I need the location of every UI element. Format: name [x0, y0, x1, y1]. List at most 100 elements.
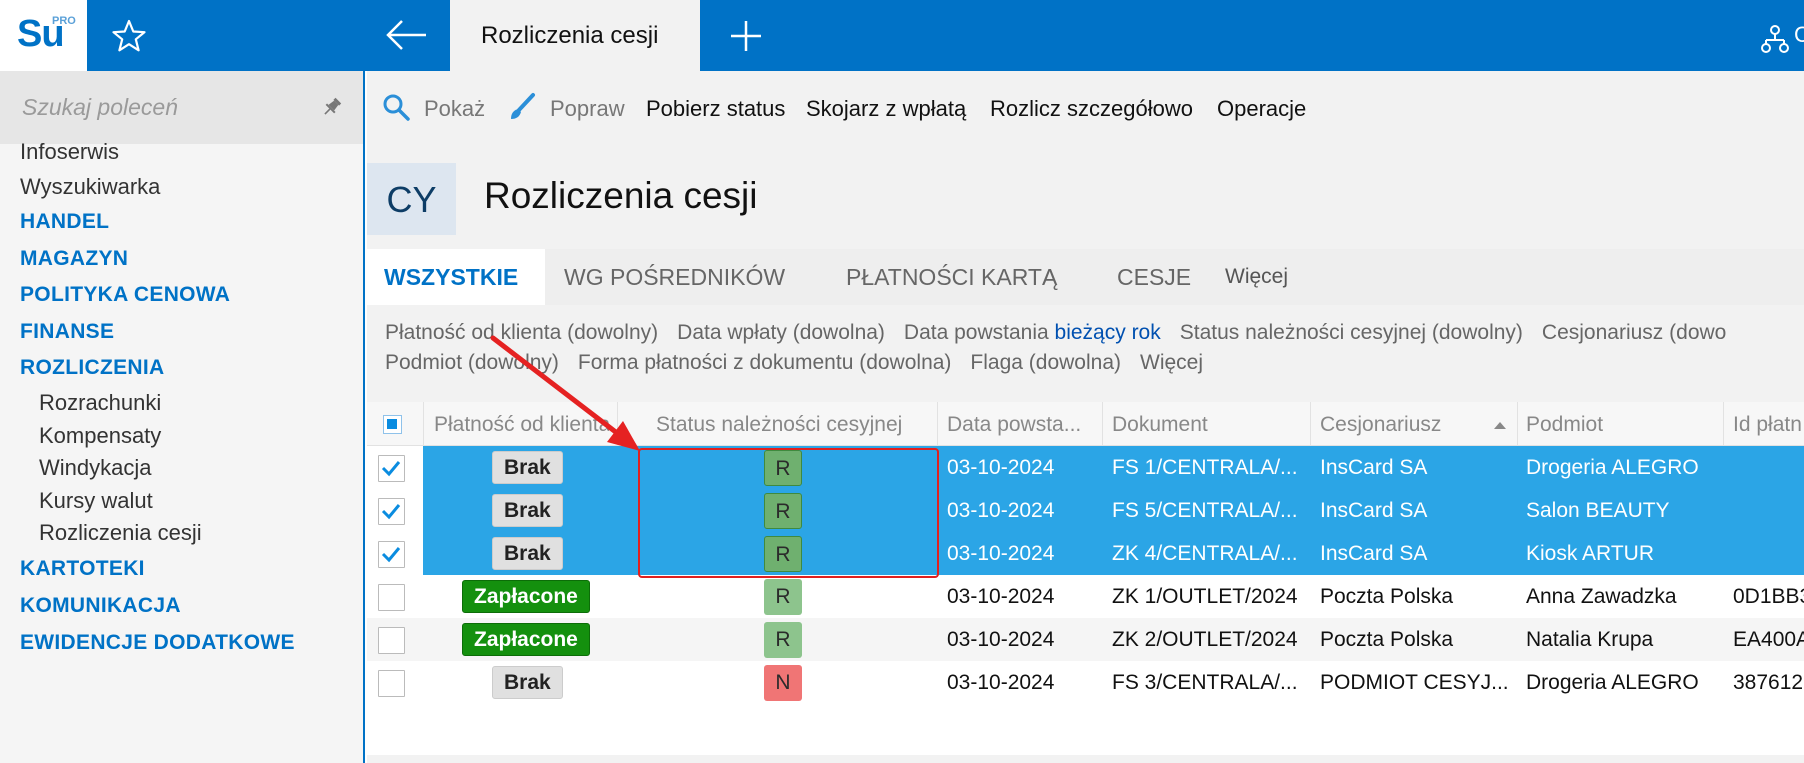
- cell-document: ZK 4/CENTRALA/...: [1112, 542, 1298, 565]
- cell-assignee: InsCard SA: [1320, 456, 1428, 479]
- payment-status-badge: Brak: [492, 666, 563, 699]
- cell-payment-id: 387612: [1733, 671, 1804, 694]
- cell-payment-id: EA400A: [1733, 628, 1804, 651]
- sidebar-item-handel[interactable]: HANDEL: [20, 210, 109, 234]
- network-icon[interactable]: [1760, 24, 1790, 54]
- search-icon[interactable]: [382, 93, 410, 121]
- cell-entity: Drogeria ALEGRO: [1526, 456, 1699, 479]
- cession-status-badge: R: [764, 579, 802, 615]
- column-separator: [423, 402, 424, 446]
- tab-rozliczenia-cesji[interactable]: Rozliczenia cesji: [450, 0, 700, 71]
- cell-entity: Salon BEAUTY: [1526, 499, 1670, 522]
- pin-icon[interactable]: [320, 95, 344, 119]
- sidebar-item-finanse[interactable]: FINANSE: [20, 320, 114, 344]
- sidebar-item-komunikacja[interactable]: KOMUNIKACJA: [20, 594, 181, 618]
- row-checkbox-cell: [367, 575, 423, 618]
- sidebar-item-rozliczenia[interactable]: ROZLICZENIA: [20, 356, 164, 380]
- table-row[interactable]: Brak R 03-10-2024 ZK 4/CENTRALA/... InsCard …: [367, 532, 1804, 575]
- tab-more[interactable]: Więcej: [1225, 249, 1288, 305]
- sidebar-item-rozliczenia-cesji[interactable]: Rozliczenia cesji: [39, 520, 202, 546]
- back-arrow-icon[interactable]: [384, 17, 428, 53]
- filter-flag[interactable]: Flaga (dowolna): [970, 351, 1121, 374]
- cell-entity: Drogeria ALEGRO: [1526, 671, 1699, 694]
- row-checkbox-cell: [367, 489, 423, 532]
- match-payment-button[interactable]: Skojarz z wpłatą: [806, 96, 966, 122]
- cell-document: FS 5/CENTRALA/...: [1112, 499, 1298, 522]
- col-creation-date[interactable]: Data powsta...: [947, 413, 1081, 437]
- page-header: CY Rozliczenia cesji: [367, 145, 1804, 249]
- active-tab-label: Rozliczenia cesji: [481, 22, 659, 49]
- table-row[interactable]: Brak N 03-10-2024 FS 3/CENTRALA/... PODMIOT …: [367, 661, 1804, 704]
- cell-date: 03-10-2024: [947, 542, 1055, 565]
- filter-creation-date[interactable]: Data powstania bieżący rok: [904, 321, 1161, 344]
- sidebar-item-rozrachunki[interactable]: Rozrachunki: [39, 390, 161, 416]
- filter-creation-date-value: bieżący rok: [1054, 321, 1161, 344]
- payment-status-badge: Brak: [492, 451, 563, 484]
- operations-button[interactable]: Operacje: [1217, 96, 1306, 122]
- col-cession-status[interactable]: Status należności cesyjnej: [656, 413, 902, 437]
- table-row[interactable]: Zapłacone R 03-10-2024 ZK 1/OUTLET/2024 Pocz…: [367, 575, 1804, 618]
- star-icon[interactable]: [110, 17, 148, 55]
- sidebar-item-kursy-walut[interactable]: Kursy walut: [39, 488, 153, 514]
- tab-card-payments[interactable]: PŁATNOŚCI KARTĄ: [846, 249, 1057, 305]
- filter-creation-date-label: Data powstania: [903, 321, 1049, 344]
- cell-date: 03-10-2024: [947, 456, 1055, 479]
- col-assignee[interactable]: Cesjonariusz: [1320, 413, 1441, 437]
- row-checkbox-cell: [367, 618, 423, 661]
- sidebar-item-windykacja[interactable]: Windykacja: [39, 455, 151, 481]
- cession-status-badge: R: [764, 622, 802, 658]
- search-placeholder: Szukaj poleceń: [22, 94, 178, 120]
- get-status-button[interactable]: Pobierz status: [646, 96, 785, 122]
- filter-cession-status[interactable]: Status należności cesyjnej (dowolny): [1180, 321, 1523, 344]
- payment-status-badge: Zapłacone: [462, 580, 590, 613]
- show-button[interactable]: Pokaż: [424, 96, 485, 122]
- select-all-checkbox[interactable]: [383, 415, 402, 434]
- command-search-input[interactable]: Szukaj poleceń: [0, 71, 363, 144]
- cell-date: 03-10-2024: [947, 585, 1055, 608]
- filter-payment-date[interactable]: Data wpłaty (dowolna): [677, 321, 885, 344]
- sidebar-item-infoserwis[interactable]: Infoserwis: [20, 139, 119, 165]
- row-checkbox[interactable]: [378, 627, 405, 654]
- page-title: Rozliczenia cesji: [484, 175, 758, 216]
- tab-all[interactable]: WSZYSTKIE: [367, 249, 545, 305]
- row-checkbox[interactable]: [378, 584, 405, 611]
- row-checkbox[interactable]: [378, 498, 405, 525]
- table-row[interactable]: Brak R 03-10-2024 FS 5/CENTRALA/... InsCard …: [367, 489, 1804, 532]
- brush-icon[interactable]: [507, 92, 537, 122]
- col-payment-id[interactable]: Id płatn: [1733, 413, 1802, 437]
- filter-assignee[interactable]: Cesjonariusz (dowo: [1542, 321, 1726, 344]
- sidebar-item-kartoteki[interactable]: KARTOTEKI: [20, 557, 145, 581]
- cell-document: ZK 2/OUTLET/2024: [1112, 628, 1298, 651]
- row-checkbox[interactable]: [378, 670, 405, 697]
- plus-icon[interactable]: [728, 18, 764, 54]
- col-entity[interactable]: Podmiot: [1526, 413, 1603, 437]
- filter-more[interactable]: Więcej: [1140, 351, 1203, 374]
- tab-cessions[interactable]: CESJE: [1117, 249, 1191, 305]
- view-tabs: WSZYSTKIE WG POŚREDNIKÓW PŁATNOŚCI KARTĄ…: [367, 249, 1804, 305]
- payment-status-badge: Brak: [492, 494, 563, 527]
- row-checkbox[interactable]: [378, 455, 405, 482]
- table-row[interactable]: Zapłacone R 03-10-2024 ZK 2/OUTLET/2024 Pocz…: [367, 618, 1804, 661]
- module-badge: CY: [367, 163, 456, 235]
- sidebar: Szukaj poleceń Infoserwis Wyszukiwarka HAN…: [0, 71, 365, 763]
- logo-sup: PRO: [52, 15, 76, 27]
- tab-by-intermediaries[interactable]: WG POŚREDNIKÓW: [564, 249, 785, 305]
- cell-date: 03-10-2024: [947, 628, 1055, 651]
- fix-button[interactable]: Popraw: [550, 96, 625, 122]
- cell-date: 03-10-2024: [947, 499, 1055, 522]
- cell-entity: Anna Zawadzka: [1526, 585, 1677, 608]
- sidebar-item-ewidencje-dodatkowe[interactable]: EWIDENCJE DODATKOWE: [20, 631, 295, 655]
- settle-detailed-button[interactable]: Rozlicz szczegółowo: [990, 96, 1193, 122]
- sidebar-item-wyszukiwarka[interactable]: Wyszukiwarka: [20, 174, 160, 200]
- cell-document: ZK 1/OUTLET/2024: [1112, 585, 1298, 608]
- sidebar-item-kompensaty[interactable]: Kompensaty: [39, 423, 161, 449]
- cell-entity: Kiosk ARTUR: [1526, 542, 1654, 565]
- cell-assignee: Poczta Polska: [1320, 585, 1454, 608]
- row-checkbox-cell: [367, 532, 423, 575]
- annotation-highlight-box: [638, 448, 939, 578]
- app-logo[interactable]: Su PRO: [0, 0, 87, 71]
- row-checkbox[interactable]: [378, 541, 405, 568]
- sidebar-item-magazyn[interactable]: MAGAZYN: [20, 247, 128, 271]
- sidebar-item-polityka-cenowa[interactable]: POLITYKA CENOWA: [20, 283, 230, 307]
- col-document[interactable]: Dokument: [1112, 413, 1208, 437]
